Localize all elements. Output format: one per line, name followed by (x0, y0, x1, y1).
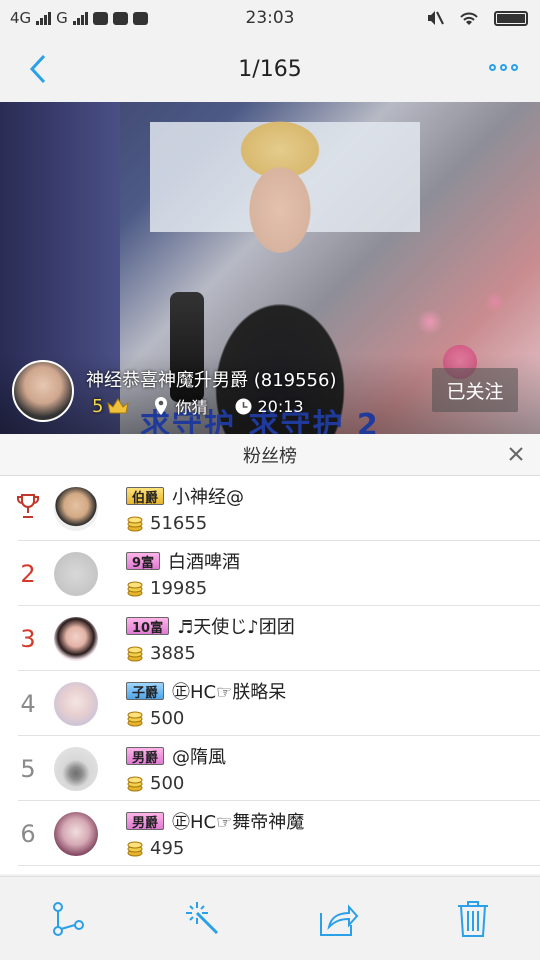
rank-number: 4 (20, 689, 36, 718)
panel-header: 粉丝榜 (0, 434, 540, 476)
fan-info: 伯爵 小神经@ 51655 (126, 483, 244, 534)
coin-icon (127, 581, 143, 596)
rank-number: 6 (20, 819, 36, 848)
rank-number: 5 (20, 754, 36, 783)
rank-badge: 子爵 (126, 682, 165, 701)
share-graph-icon (52, 901, 84, 936)
coin-count: 3885 (150, 643, 196, 664)
magic-wand-icon (185, 901, 218, 934)
coin-icon (127, 516, 143, 531)
follow-button[interactable]: 已关注 (432, 368, 518, 412)
location-pin-icon (155, 397, 168, 415)
coin-count: 495 (150, 838, 185, 859)
mute-icon (428, 11, 444, 25)
list-item[interactable]: 5 男爵 @隋風 500 (0, 736, 540, 801)
rank-badge: 伯爵 (126, 487, 165, 506)
coin-count: 19985 (150, 578, 208, 599)
location-label: 你猜 (175, 398, 208, 417)
more-icon[interactable] (489, 64, 518, 71)
coin-icon (127, 776, 143, 791)
fan-list: 伯爵 小神经@ 51655 2 9富 白酒啤酒 19985 3 10富 ♬天使じ♪团团… (0, 476, 540, 874)
back-icon[interactable] (24, 52, 54, 86)
trash-icon (457, 900, 488, 937)
wifi-icon (460, 12, 478, 25)
delete-button[interactable] (443, 889, 503, 949)
magic-wand-button[interactable] (173, 889, 233, 949)
photo-viewer[interactable]: 求守护 求守护 2 神经恭喜神魔升男爵 (819556) 5 你猜 20:13 … (0, 102, 540, 434)
nav-bar: 1/165 (0, 36, 540, 102)
avatar[interactable] (54, 551, 98, 596)
fan-info: 男爵 @隋風 500 (126, 743, 226, 794)
fan-name: 小神经@ (172, 487, 245, 508)
avatar[interactable] (54, 616, 98, 661)
rank-badge: 男爵 (126, 812, 165, 831)
status-bar: 4G G 23:03 (0, 0, 540, 36)
avatar[interactable] (54, 746, 98, 791)
close-icon[interactable] (506, 444, 526, 464)
coin-count: 500 (150, 773, 185, 794)
coin-icon (127, 646, 143, 661)
panel-title: 粉丝榜 (243, 445, 297, 467)
rank-badge: 10富 (126, 617, 170, 636)
bottom-toolbar (0, 876, 540, 960)
fan-info: 9富 白酒啤酒 19985 (126, 548, 240, 599)
time-label: 20:13 (257, 396, 304, 416)
fan-name: @隋風 (172, 747, 227, 768)
list-item[interactable]: 6 男爵 ㊣HC☞舞帝神魔 495 (0, 801, 540, 866)
fan-info: 10富 ♬天使じ♪团团 3885 (126, 613, 295, 664)
page-counter: 1/165 (238, 56, 302, 82)
fan-name: 白酒啤酒 (168, 552, 241, 573)
rank-number: 3 (20, 624, 36, 653)
host-level: 5 (92, 395, 104, 417)
list-item[interactable]: 2 9富 白酒啤酒 19985 (0, 541, 540, 606)
battery-icon (494, 10, 528, 26)
photo-title: 神经恭喜神魔升男爵 (819556) (86, 370, 337, 391)
share-icon (319, 903, 358, 936)
rank-badge: 男爵 (126, 747, 165, 766)
list-item[interactable]: 3 10富 ♬天使じ♪团团 3885 (0, 606, 540, 671)
fan-info: 男爵 ㊣HC☞舞帝神魔 495 (126, 808, 304, 859)
clock-icon (235, 398, 252, 414)
list-item-partial[interactable] (0, 866, 540, 874)
fan-info: 子爵 ㊣HC☞朕略呆 500 (126, 678, 286, 729)
avatar[interactable] (54, 811, 98, 856)
rank-badge: 9富 (126, 552, 161, 571)
fan-ranking-panel: 粉丝榜 伯爵 小神经@ 51655 2 9富 白酒啤酒 19985 3 10富 … (0, 434, 540, 874)
rank-number: 2 (20, 559, 36, 588)
share-button[interactable] (308, 889, 368, 949)
coin-icon (127, 711, 143, 726)
coin-count: 51655 (150, 513, 208, 534)
list-item[interactable]: 4 子爵 ㊣HC☞朕略呆 500 (0, 671, 540, 736)
rank-cell (0, 493, 56, 525)
avatar[interactable] (54, 681, 98, 726)
fan-name: ♬天使じ♪团团 (177, 617, 295, 638)
trophy-icon (17, 493, 39, 518)
coin-icon (127, 841, 143, 856)
fan-name: ㊣HC☞舞帝神魔 (172, 812, 305, 833)
host-avatar[interactable] (12, 360, 74, 422)
list-item[interactable]: 伯爵 小神经@ 51655 (0, 476, 540, 541)
photo-meta: 5 你猜 20:13 (92, 394, 304, 418)
fan-name: ㊣HC☞朕略呆 (172, 682, 287, 703)
coin-count: 500 (150, 708, 185, 729)
share-graph-button[interactable] (38, 889, 98, 949)
avatar[interactable] (54, 486, 98, 531)
crown-icon (107, 398, 130, 414)
